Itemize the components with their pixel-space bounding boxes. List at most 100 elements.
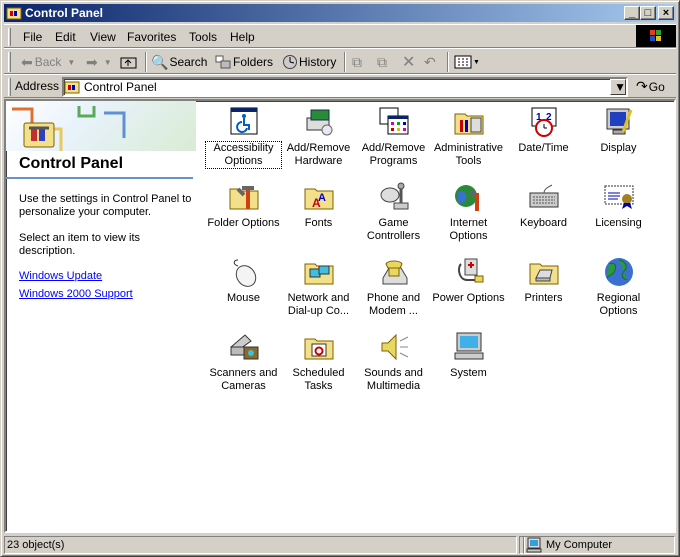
- licensing-icon: [604, 185, 633, 209]
- item-label: Keyboard: [519, 217, 568, 229]
- search-button[interactable]: 🔍 Search: [151, 52, 207, 72]
- scheduled-tasks-icon: [304, 338, 333, 360]
- item-label: Folder Options: [207, 217, 280, 229]
- views-icon: [454, 55, 472, 69]
- item-display[interactable]: Display: [581, 104, 656, 176]
- my-computer-icon: [526, 537, 542, 553]
- item-label: Date/Time: [518, 142, 569, 154]
- item-label: Display: [600, 142, 637, 154]
- item-licensing[interactable]: Licensing: [581, 179, 656, 251]
- maximize-button[interactable]: □: [640, 6, 656, 20]
- folders-icon: [215, 55, 231, 69]
- pane-description: Use the settings in Control Panel to per…: [19, 193, 192, 218]
- go-arrow-icon: ↷: [636, 78, 648, 94]
- item-label: Printers: [524, 292, 563, 304]
- back-dropdown-icon[interactable]: ▼: [67, 58, 75, 67]
- item-keyboard[interactable]: Keyboard: [506, 179, 581, 251]
- network-icon: [304, 263, 333, 285]
- banner-graphic: [6, 101, 196, 156]
- menu-favorites[interactable]: Favorites: [127, 30, 176, 44]
- history-button[interactable]: History: [282, 52, 336, 72]
- undo-icon: ↶: [424, 53, 436, 70]
- item-label: Phone and Modem ...: [366, 292, 421, 317]
- item-system[interactable]: System: [431, 329, 506, 401]
- item-power-options[interactable]: Power Options: [431, 254, 506, 326]
- chevron-down-icon: ▼: [614, 80, 626, 94]
- item-folder-options[interactable]: Folder Options: [206, 179, 281, 251]
- web-view-pane: Control Panel Use the settings in Contro…: [6, 101, 196, 531]
- item-game-controllers[interactable]: Game Controllers: [356, 179, 431, 251]
- item-date-time[interactable]: 1 2 Date/Time: [506, 104, 581, 176]
- item-printers[interactable]: Printers: [506, 254, 581, 326]
- move-to-button[interactable]: ⧉: [352, 52, 362, 72]
- toolbar-separator: [447, 52, 449, 72]
- windows-2000-support-link[interactable]: Windows 2000 Support: [19, 288, 133, 300]
- window: Control Panel _ □ × File Edit View Favor…: [0, 0, 680, 557]
- undo-button[interactable]: ↶: [424, 52, 436, 72]
- delete-button[interactable]: ✕: [402, 52, 415, 72]
- copy-to-icon: ⧉: [377, 53, 387, 70]
- item-administrative-tools[interactable]: Administrative Tools: [431, 104, 506, 176]
- item-add-remove-hardware[interactable]: Add/Remove Hardware: [281, 104, 356, 176]
- game-controllers-icon: [380, 182, 408, 210]
- address-value: Control Panel: [84, 80, 157, 94]
- up-button[interactable]: [120, 52, 138, 72]
- windows-update-link[interactable]: Windows Update: [19, 270, 102, 282]
- item-accessibility[interactable]: Accessibility Options: [205, 104, 282, 176]
- item-sounds-multimedia[interactable]: Sounds and Multimedia: [356, 329, 431, 401]
- item-label: Scanners and Cameras: [209, 367, 278, 392]
- menu-help[interactable]: Help: [230, 30, 255, 44]
- pane-title: Control Panel: [19, 155, 124, 172]
- scanners-cameras-icon: [229, 334, 258, 360]
- status-zone: My Computer: [523, 536, 675, 554]
- add-remove-hardware-icon: [306, 109, 332, 136]
- item-scanners-cameras[interactable]: Scanners and Cameras: [206, 329, 281, 401]
- minimize-button[interactable]: _: [624, 6, 640, 20]
- administrative-tools-icon: [454, 113, 483, 135]
- item-label: Accessibility Options: [205, 141, 282, 169]
- add-remove-programs-icon: [379, 107, 408, 135]
- menu-edit[interactable]: Edit: [55, 30, 76, 44]
- close-button[interactable]: ×: [658, 6, 674, 20]
- menubar-grip[interactable]: [8, 28, 11, 46]
- toolbar-separator: [344, 52, 346, 72]
- move-to-icon: ⧉: [352, 53, 362, 70]
- sounds-multimedia-icon: [381, 333, 408, 361]
- windows-logo-icon: [636, 25, 676, 47]
- item-scheduled-tasks[interactable]: Scheduled Tasks: [281, 329, 356, 401]
- item-label: Power Options: [432, 292, 505, 304]
- menu-tools[interactable]: Tools: [189, 30, 217, 44]
- toolbar-grip[interactable]: [8, 52, 11, 72]
- keyboard-icon: [529, 184, 558, 208]
- menu-view[interactable]: View: [90, 30, 116, 44]
- toolbar-separator: [145, 52, 147, 72]
- item-label: Add/Remove Hardware: [286, 142, 351, 167]
- addressbar-grip[interactable]: [8, 78, 11, 96]
- address-dropdown-button[interactable]: ▼: [610, 79, 626, 95]
- forward-button[interactable]: ➡ ▼: [86, 52, 112, 72]
- standard-toolbar: ⬅ Back ▼ ➡ ▼ 🔍 Search Folders History ⧉ …: [4, 48, 676, 74]
- item-label: Add/Remove Programs: [361, 142, 426, 167]
- item-regional-options[interactable]: Regional Options: [581, 254, 656, 326]
- go-button[interactable]: ↷ Go: [636, 78, 665, 95]
- views-button[interactable]: ▼: [454, 52, 480, 72]
- copy-to-button[interactable]: ⧉: [377, 52, 387, 72]
- back-button[interactable]: ⬅ Back ▼: [21, 52, 75, 72]
- date-time-icon: 12: [531, 107, 556, 137]
- item-phone-modem[interactable]: Phone and Modem ...: [356, 254, 431, 326]
- address-input[interactable]: Control Panel ▼: [62, 77, 628, 97]
- forward-dropdown-icon[interactable]: ▼: [104, 58, 112, 67]
- item-add-remove-programs[interactable]: Add/Remove Programs: [356, 104, 431, 176]
- title-bar[interactable]: Control Panel _ □ ×: [4, 4, 676, 22]
- item-internet-options[interactable]: Internet Options: [431, 179, 506, 251]
- mouse-icon: [233, 259, 256, 287]
- folders-button[interactable]: Folders: [215, 52, 273, 72]
- item-label: Sounds and Multimedia: [364, 367, 423, 392]
- delete-icon: ✕: [402, 54, 416, 71]
- back-arrow-icon: ⬅: [21, 53, 33, 70]
- item-network[interactable]: Network and Dial-up Co...: [281, 254, 356, 326]
- item-mouse[interactable]: Mouse: [206, 254, 281, 326]
- item-fonts[interactable]: A A Fonts: [281, 179, 356, 251]
- menu-file[interactable]: File: [23, 30, 42, 44]
- printers-icon: [529, 263, 558, 285]
